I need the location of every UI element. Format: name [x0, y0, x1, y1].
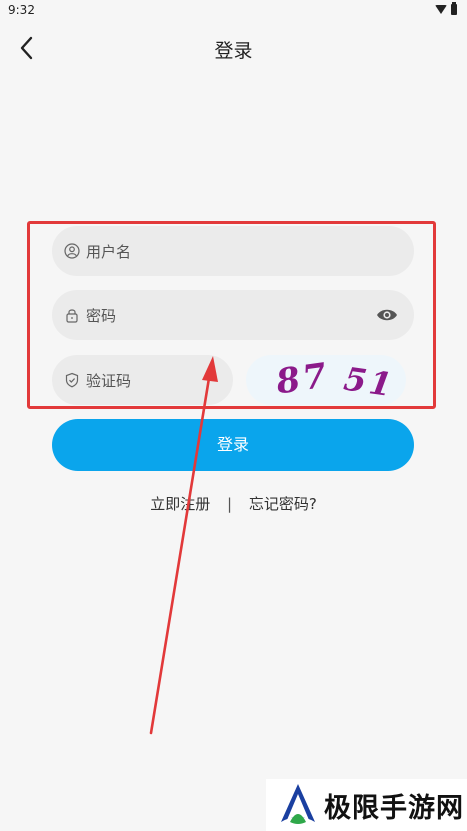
captcha-text-2: 51: [337, 360, 401, 404]
status-bar: 9:32: [0, 0, 467, 22]
login-button[interactable]: 登录: [52, 419, 414, 471]
shield-icon: [64, 372, 80, 388]
password-placeholder: 密码: [86, 306, 117, 325]
page-title: 登录: [214, 40, 253, 62]
forgot-password-link[interactable]: 忘记密码?: [249, 493, 317, 514]
username-field[interactable]: 用户名: [52, 226, 414, 276]
site-logo-icon: [281, 784, 315, 824]
user-icon: [64, 243, 80, 259]
footer-links: 立即注册 | 忘记密码?: [0, 493, 467, 514]
username-placeholder: 用户名: [86, 242, 132, 261]
captcha-field[interactable]: 验证码: [52, 355, 233, 405]
annotation-arrow: [149, 356, 218, 735]
watermark-text: 极限手游网: [324, 792, 464, 824]
status-icons: [435, 2, 457, 15]
link-separator: |: [226, 495, 233, 513]
status-time: 9:32: [8, 3, 35, 17]
register-link[interactable]: 立即注册: [150, 493, 210, 514]
password-field[interactable]: 密码: [52, 290, 414, 340]
watermark: 极限手游网: [266, 779, 467, 831]
captcha-text-1: 87: [275, 355, 330, 404]
wifi-icon: [435, 5, 447, 14]
nav-bar: 登录: [0, 22, 467, 78]
eye-icon[interactable]: [376, 305, 398, 325]
captcha-image[interactable]: 87 51: [246, 355, 406, 405]
captcha-placeholder: 验证码: [86, 371, 132, 390]
lock-icon: [64, 307, 80, 323]
battery-icon: [451, 2, 457, 15]
